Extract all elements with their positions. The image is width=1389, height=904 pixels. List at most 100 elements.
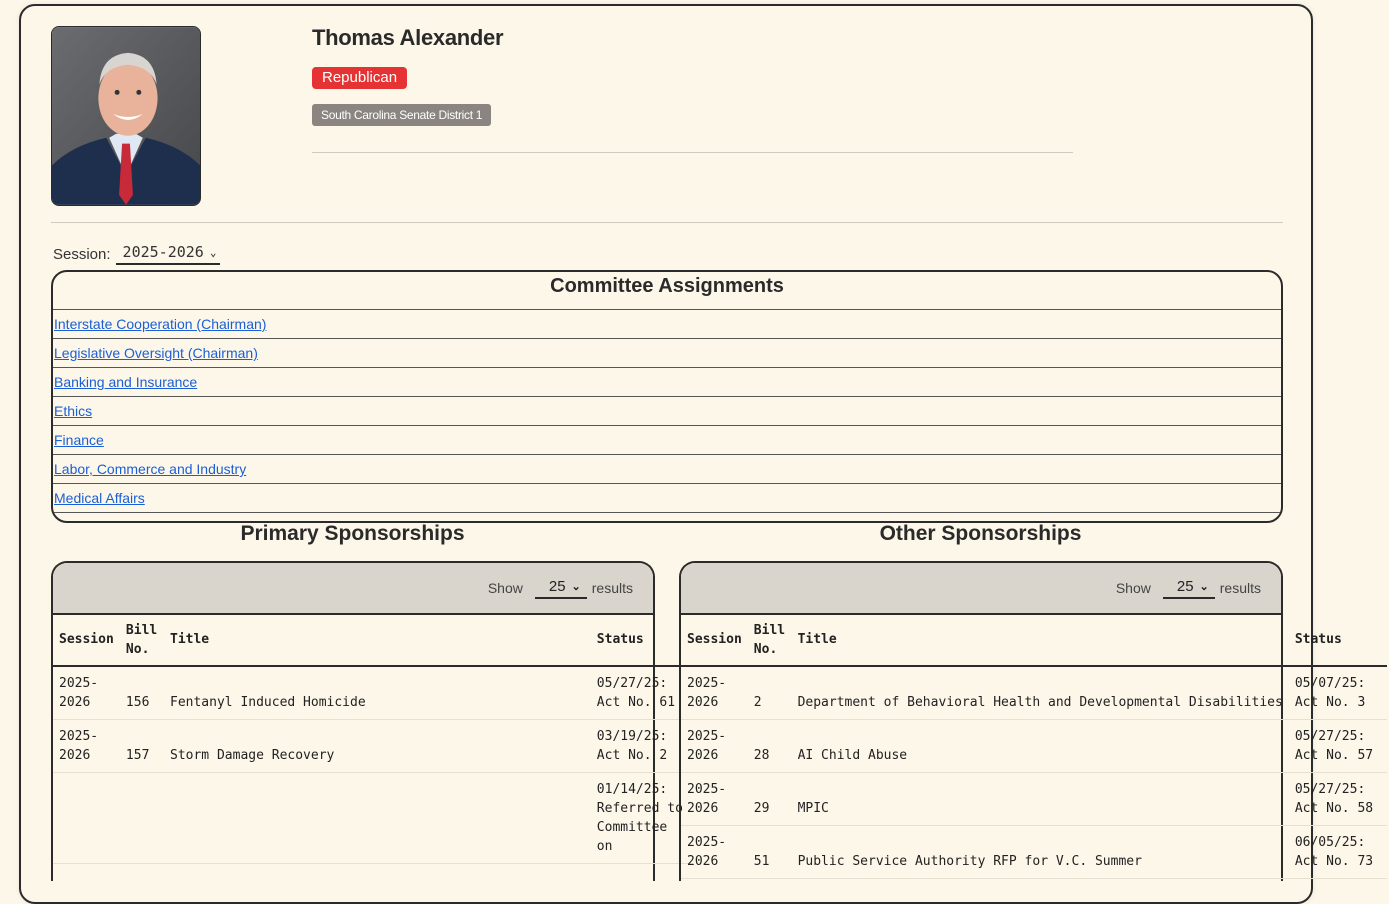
cell-text: 157 [125,748,150,763]
cell-text: 2026 [687,854,719,869]
cell-session [53,772,120,864]
cell-session: 2025- 2026 [681,772,748,826]
district-badge: South Carolina Senate District 1 [312,104,492,126]
other-sponsorships-table: Session Bill No. Title Status 2025- 2026 2 Depar… [681,614,1387,879]
cell-text: Act No. 61 [596,695,676,710]
column-header-status[interactable]: Status [1288,614,1387,667]
cell-bill-no: 29 [747,772,792,826]
cell-text: Public Service Authority RFP for V.C. Su… [797,854,1142,869]
cell-text: on [596,839,613,854]
page-size-select[interactable]: 25 ⌄ [1162,577,1215,599]
cell-session: 2025- 2026 [53,719,120,773]
session-value: 2025-2026 [122,243,204,261]
table-controls: Show 25 ⌄ results [53,563,653,615]
committee-list: Interstate Cooperation (Chairman) Legisla… [53,309,1281,513]
cell-text: 2025- [59,729,99,744]
cell-text: 05/27/25: [1294,729,1366,744]
column-header-bill-no[interactable]: Bill No. [747,614,792,667]
committee-item: Banking and Insurance [53,368,1281,397]
cell-text: 156 [125,695,150,710]
party-badge: Republican [312,67,408,89]
cell-text: Storm Damage Recovery [170,748,335,763]
cell-text: 2026 [687,748,719,763]
cell-status: 06/05/25: Act No. 73 [1288,825,1387,879]
cell-status: 05/27/25: Act No. 61 [590,666,693,720]
committee-item: Finance [53,426,1281,455]
cell-text: 2 [753,695,762,710]
cell-session: 2025- 2026 [681,666,748,720]
committee-link[interactable]: Labor, Commerce and Industry [54,461,246,477]
table-row[interactable]: 2025- 2026 51 Public Service Authority RFP … [681,825,1387,879]
column-header-title[interactable]: Title [164,614,591,667]
cell-bill-no [119,772,164,864]
committee-link[interactable]: Finance [54,432,104,448]
results-label: results [1219,580,1261,596]
divider [51,222,1283,223]
section-title: Primary Sponsorships [240,522,465,545]
cell-text: 2025- [687,676,727,691]
table-row[interactable]: 2025- 2026 157 Storm Damage Recovery 03/19/2… [53,719,693,773]
cell-session: 2025- 2026 [681,719,748,773]
senator-photo [51,26,201,206]
committee-link[interactable]: Banking and Insurance [54,374,197,390]
cell-text: Act No. 2 [596,748,668,763]
cell-text: 2025- [687,729,727,744]
chevron-down-icon: ⌄ [571,580,581,593]
table-row[interactable]: 01/14/25: Referred to Committee on [53,772,693,864]
cell-text: 05/07/25: [1294,676,1366,691]
cell-text: 2025- [687,782,727,797]
column-header-session[interactable]: Session [681,614,748,667]
other-table-wrap: Session Bill No. Title Status 2025- 2026 2 Depar… [681,614,1387,879]
cell-text: 2025- [59,676,99,691]
cell-text: 06/05/25: [1294,835,1366,850]
cell-text: Act No. 58 [1294,801,1374,816]
table-row[interactable]: 2025- 2026 28 AI Child Abuse 05/27/25: Act No… [681,719,1387,773]
cell-text: Department of Behavioral Health and Deve… [797,695,1283,710]
cell-title [164,772,591,864]
header-text: Title [170,632,210,647]
page-size-select[interactable]: 25 ⌄ [534,577,587,599]
committee-assignments: Committee Assignments Interstate Coopera… [51,270,1283,523]
header-text: Bill [125,622,158,638]
committee-link[interactable]: Interstate Cooperation (Chairman) [54,316,266,332]
cell-title: Fentanyl Induced Homicide [164,666,591,720]
cell-text: Fentanyl Induced Homicide [170,695,366,710]
cell-title: Public Service Authority RFP for V.C. Su… [791,825,1289,879]
cell-text: AI Child Abuse [797,748,908,763]
committee-link[interactable]: Legislative Oversight (Chairman) [54,345,258,361]
table-header-row: Session Bill No. Title Status [681,614,1387,667]
section-title: Other Sponsorships [879,522,1082,545]
column-header-bill-no[interactable]: Bill No. [119,614,164,667]
cell-status: 03/19/25: Act No. 2 [590,719,693,773]
page-size-value: 25 [548,577,566,595]
committee-link[interactable]: Ethics [54,403,92,419]
divider [312,152,1073,153]
cell-text: Act No. 73 [1294,854,1374,869]
table-header-row: Session Bill No. Title Status [53,614,693,667]
cell-bill-no: 156 [119,666,164,720]
table-row[interactable]: 2025- 2026 29 MPIC 05/27/25: Act No. 58 [681,772,1387,826]
committee-link[interactable]: Medical Affairs [54,490,145,506]
cell-status: 05/07/25: Act No. 3 [1288,666,1387,720]
header-text: Title [797,632,837,647]
column-header-session[interactable]: Session [53,614,120,667]
column-header-title[interactable]: Title [791,614,1289,667]
table-row[interactable]: 2025- 2026 2 Department of Behavioral Healt… [681,666,1387,720]
cell-text: 05/27/25: [596,676,668,691]
cell-title: AI Child Abuse [791,719,1289,773]
page-size-value: 25 [1176,577,1194,595]
cell-session: 2025- 2026 [681,825,748,879]
header-text: Session [59,632,114,647]
portrait-image [52,27,200,205]
header-text: No. [753,641,778,657]
session-select[interactable]: 2025-2026 ⌄ [115,243,221,265]
cell-title: Department of Behavioral Health and Deve… [791,666,1289,720]
cell-text: MPIC [797,801,829,816]
show-label: Show [487,580,523,596]
column-header-status[interactable]: Status [590,614,693,667]
cell-bill-no: 51 [747,825,792,879]
table-row[interactable]: 2025- 2026 156 Fentanyl Induced Homicide 05/… [53,666,693,720]
cell-text: Referred to [596,801,683,816]
cell-text: 2025- [687,835,727,850]
header-text: Bill [753,622,786,638]
